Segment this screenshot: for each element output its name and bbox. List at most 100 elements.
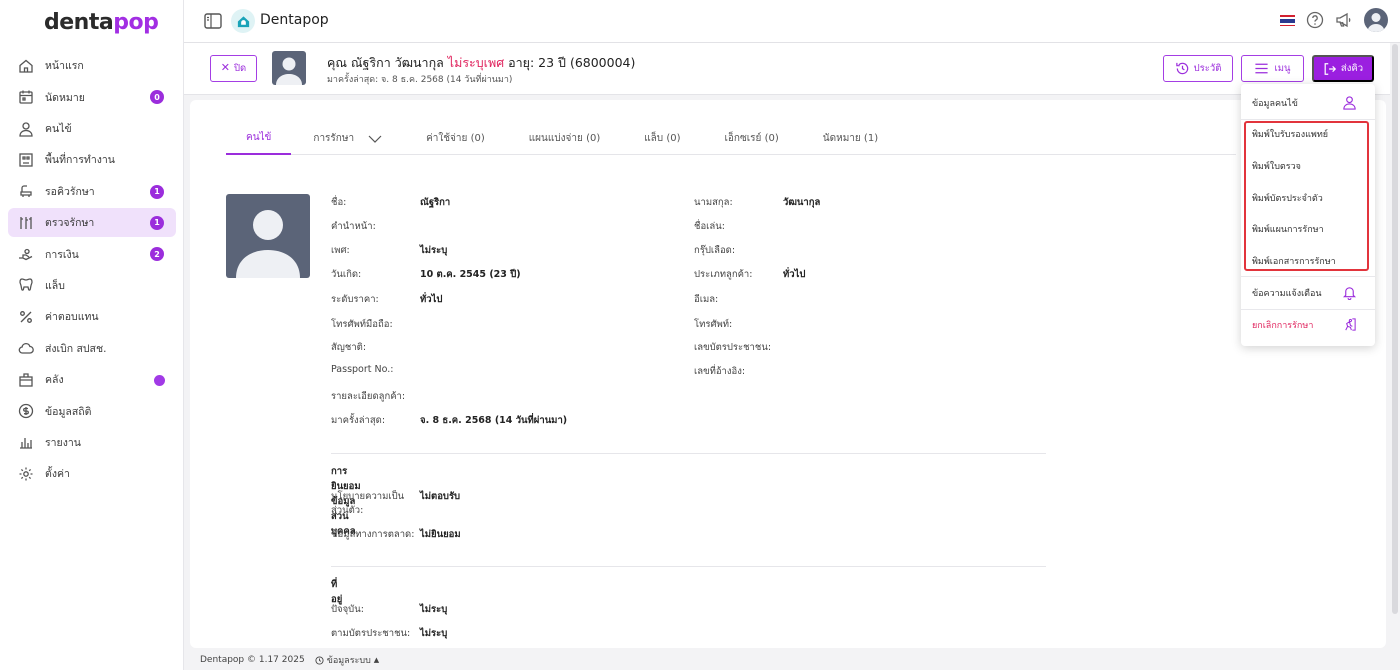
sidebar-item-reports[interactable]: รายงาน (8, 428, 176, 458)
percent-icon (18, 309, 34, 325)
dental-tools-icon (18, 215, 34, 231)
field-label: นามสกุล: (694, 197, 733, 208)
sidebar-item-queue[interactable]: รอคิวรักษา 1 (8, 177, 176, 207)
field-value: ณัฐริกา (420, 197, 451, 208)
tab-label: การรักษา (313, 133, 355, 144)
dental-chair-icon (18, 183, 34, 199)
history-button[interactable]: ประวัติ (1163, 55, 1233, 82)
field-label: ตามบัตรประชาชน: (331, 628, 411, 639)
user-icon (18, 121, 34, 137)
tab-label: นัดหมาย (1) (822, 133, 879, 144)
sidebar-item-label: ส่งเบิก สปสช. (45, 342, 107, 355)
print-options-highlight (1244, 121, 1369, 271)
calendar-icon (18, 89, 34, 105)
box-icon (18, 372, 34, 388)
close-icon: ✕ (220, 62, 230, 74)
exit-icon (1345, 318, 1356, 331)
count-badge: 1 (150, 184, 164, 199)
sidebar-item-treatment[interactable]: ตรวจรักษา 1 (8, 207, 176, 238)
tab-treatment[interactable]: การรักษา (291, 122, 404, 155)
sidebar-item-label: นัดหมาย (45, 91, 85, 104)
history-label: ประวัติ (1193, 63, 1222, 74)
send-queue-button[interactable]: ส่งคิว (1312, 55, 1374, 82)
tab-label: แล็บ (0) (644, 133, 681, 144)
notification-dot (154, 374, 165, 386)
patient-sex: ไม่ระบุเพศ (447, 55, 505, 70)
top-right-actions (1280, 8, 1388, 32)
sidebar-item-patients[interactable]: คนไข้ (8, 114, 176, 144)
menu-item-patient-info[interactable]: ข้อมูลคนไข้ (1241, 87, 1375, 118)
gear-icon (18, 466, 34, 482)
clock-icon (315, 655, 324, 665)
sidebar-toggle-icon[interactable] (204, 13, 222, 29)
sidebar-item-home[interactable]: หน้าแรก (8, 51, 176, 81)
logo[interactable]: dentapop (44, 10, 159, 35)
count-badge: 1 (150, 215, 164, 230)
chevron-up-icon: ▲ (373, 656, 380, 664)
patient-detail-card: คนไข้ การรักษา ค่าใช้จ่าย (0) แผนแบ่งจ่า… (190, 100, 1386, 648)
tab-label: คนไข้ (246, 132, 272, 143)
count-badge: 0 (150, 90, 164, 105)
tab-appointments[interactable]: นัดหมาย (1) (801, 122, 900, 155)
sidebar-item-appointments[interactable]: นัดหมาย 0 (8, 82, 176, 112)
sidebar-item-label: รายงาน (45, 436, 81, 449)
patient-header: ✕ ปิด คุณ ณัฐริกา วัฒนากุล ไม่ระบุเพศ อา… (184, 43, 1390, 95)
field-value: ทั่วไป (783, 269, 806, 280)
sidebar-item-commission[interactable]: ค่าตอบแทน (8, 302, 176, 332)
clinic-home-icon (231, 9, 255, 33)
tooth-icon (18, 277, 34, 293)
field-label: อีเมล: (694, 294, 719, 305)
sidebar-item-inventory[interactable]: คลัง (8, 365, 176, 395)
section-divider (331, 453, 1046, 454)
tab-patient[interactable]: คนไข้ (226, 122, 292, 155)
sidebar-item-label: ค่าตอบแทน (45, 311, 99, 324)
menu-button[interactable]: เมนู (1241, 55, 1304, 82)
menu-item-notifications[interactable]: ข้อความแจ้งเตือน (1241, 277, 1375, 308)
sidebar-item-label: ตรวจรักษา (45, 217, 95, 230)
tab-xray[interactable]: เอ็กซเรย์ (0) (703, 122, 801, 155)
report-icon (18, 434, 34, 450)
page-scrollbar[interactable] (1392, 44, 1398, 614)
sidebar-nav: หน้าแรก นัดหมาย 0 คนไข้ พื้นที่การทำงาน … (8, 51, 176, 490)
field-value: ไม่ยินยอม (420, 529, 461, 540)
workspace-icon (18, 152, 34, 168)
sidebar-item-lab[interactable]: แล็บ (8, 271, 176, 301)
field-label: มาครั้งล่าสุด: (331, 415, 386, 426)
app-root: dentapop หน้าแรก นัดหมาย 0 คนไข้ พื้นที่… (0, 0, 1400, 670)
field-value: วัฒนากุล (783, 197, 821, 208)
sidebar-item-label: พื้นที่การทำงาน (45, 154, 115, 167)
field-label: โทรศัพท์: (694, 319, 733, 330)
patient-name-line: คุณ ณัฐริกา วัฒนากุล ไม่ระบุเพศ อายุ: 23… (327, 53, 635, 73)
logo-text: denta (44, 10, 114, 35)
sidebar-item-workspace[interactable]: พื้นที่การทำงาน (8, 145, 176, 175)
megaphone-icon[interactable] (1335, 11, 1353, 29)
sidebar-item-label: คลัง (45, 374, 64, 387)
sidebar-item-nhso[interactable]: ส่งเบิก สปสช. (8, 334, 176, 364)
field-value: ไม่ตอบรับ (420, 491, 461, 502)
menu-item-label: ข้อความแจ้งเตือน (1252, 288, 1322, 299)
sidebar-item-settings[interactable]: ตั้งค่า (8, 459, 176, 489)
tab-expenses[interactable]: ค่าใช้จ่าย (0) (404, 122, 507, 155)
sidebar: dentapop หน้าแรก นัดหมาย 0 คนไข้ พื้นที่… (0, 0, 184, 670)
user-avatar[interactable] (1364, 8, 1388, 32)
help-icon[interactable] (1306, 11, 1324, 29)
close-button[interactable]: ✕ ปิด (210, 55, 257, 82)
menu-item-cancel-treatment[interactable]: ยกเลิกการรักษา (1241, 309, 1375, 340)
thai-flag-icon[interactable] (1280, 14, 1295, 26)
field-label: ส่วนตัว: (331, 505, 364, 516)
sidebar-item-label: หน้าแรก (45, 60, 84, 73)
field-label: ข้อมูลทางการตลาด: (331, 529, 415, 540)
menu-item-label: ข้อมูลคนไข้ (1252, 98, 1298, 109)
logo-accent-text: pop (113, 10, 159, 35)
sidebar-item-statistics[interactable]: ข้อมูลสถิติ (8, 396, 176, 426)
bell-icon (1342, 287, 1357, 300)
field-label: Passport No.: (331, 364, 394, 375)
tab-lab[interactable]: แล็บ (0) (622, 122, 702, 155)
field-label: ประเภทลูกค้า: (694, 269, 753, 280)
section-divider (331, 566, 1046, 567)
system-info-link[interactable]: ข้อมูลระบบ ▲ (315, 653, 380, 667)
tab-installment[interactable]: แผนแบ่งจ่าย (0) (507, 122, 623, 155)
field-label: รายละเอียดลูกค้า: (331, 391, 406, 402)
patient-last-visit: มาครั้งล่าสุด: จ. 8 ธ.ค. 2568 (14 วันที่… (327, 75, 513, 85)
sidebar-item-finance[interactable]: การเงิน 2 (8, 239, 176, 269)
